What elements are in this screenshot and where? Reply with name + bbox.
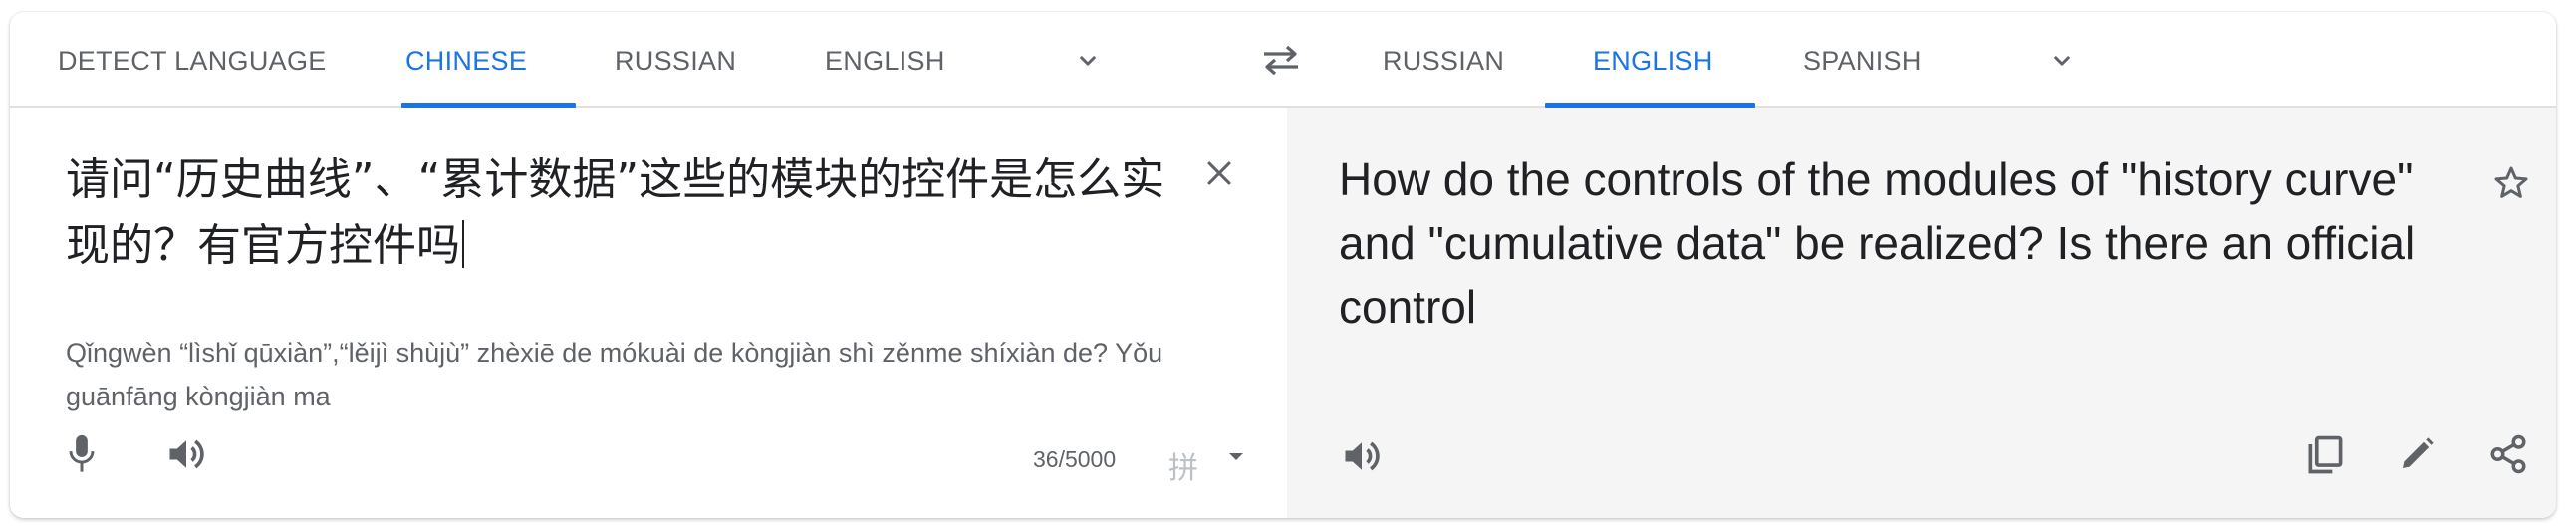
chevron-down-icon[interactable] (1227, 450, 1245, 464)
copy-icon[interactable] (2303, 432, 2347, 478)
text-caret (462, 220, 464, 268)
swap-icon[interactable] (1260, 40, 1302, 80)
chevron-down-icon[interactable] (2047, 46, 2077, 76)
source-pane: 请问“历史曲线”、“累计数据”这些的模块的控件是怎么实现的？有官方控件吗 Qǐn… (10, 108, 1287, 518)
edit-icon[interactable] (2396, 433, 2438, 475)
microphone-icon[interactable] (64, 432, 100, 476)
speaker-icon[interactable] (1339, 434, 1385, 478)
tab-target-russian[interactable]: RUSSIAN (1383, 12, 1504, 108)
share-icon[interactable] (2487, 433, 2529, 475)
tab-target-spanish[interactable]: SPANISH (1803, 12, 1922, 108)
tab-source-russian[interactable]: RUSSIAN (615, 12, 736, 108)
translation-pane: How do the controls of the modules of "h… (1287, 108, 2556, 518)
tab-source-english[interactable]: ENGLISH (825, 12, 945, 108)
speaker-icon[interactable] (163, 432, 209, 476)
tab-source-detect-language[interactable]: DETECT LANGUAGE (58, 12, 327, 108)
star-icon[interactable] (2491, 163, 2531, 203)
language-bar: DETECT LANGUAGE CHINESE RUSSIAN ENGLISH … (10, 12, 2556, 108)
source-input[interactable]: 请问“历史曲线”、“累计数据”这些的模块的控件是怎么实现的？有官方控件吗 (66, 147, 1171, 279)
tab-source-chinese[interactable]: CHINESE (405, 12, 527, 108)
character-count: 36/5000 (1033, 446, 1117, 472)
translate-card: DETECT LANGUAGE CHINESE RUSSIAN ENGLISH … (10, 12, 2556, 518)
tab-target-english[interactable]: ENGLISH (1593, 12, 1713, 108)
source-romanization: Qǐngwèn “lìshǐ qūxiàn”,“lěijì shùjù” zhè… (66, 338, 1163, 411)
source-text: 请问“历史曲线”、“累计数据”这些的模块的控件是怎么实现的？有官方控件吗 (66, 154, 1165, 271)
close-icon[interactable] (1202, 156, 1236, 190)
chevron-down-icon[interactable] (1073, 46, 1103, 76)
ime-pinyin-icon[interactable]: 拼 (1168, 443, 1198, 487)
translation-text: How do the controls of the modules of "h… (1339, 153, 2416, 333)
